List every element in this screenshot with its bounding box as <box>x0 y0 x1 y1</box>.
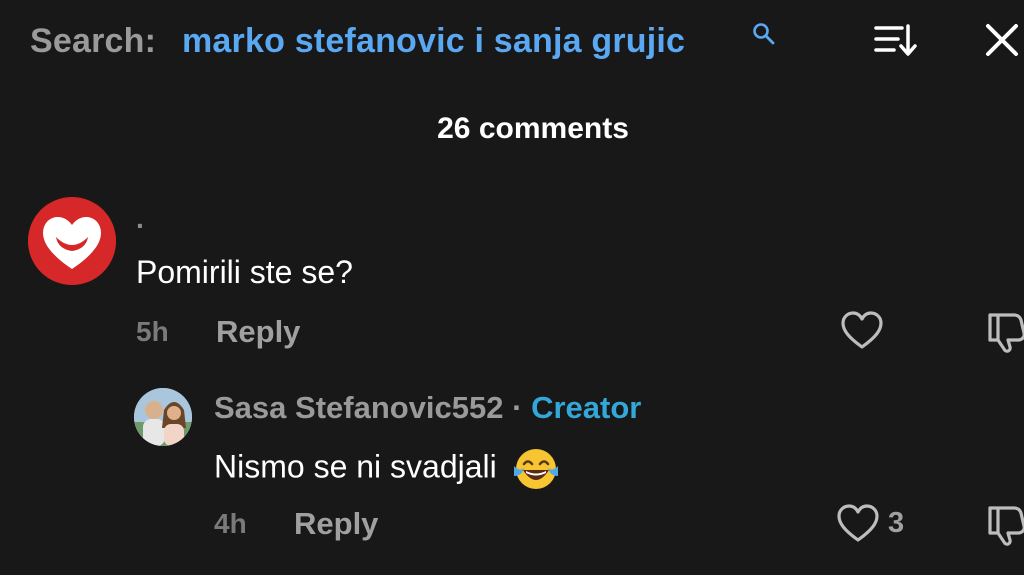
close-icon[interactable] <box>980 20 1024 60</box>
search-label: Search: <box>30 22 157 60</box>
comment-text: Pomirili ste se? <box>136 254 353 290</box>
face-with-tears-of-joy-icon <box>513 449 558 489</box>
sort-icon[interactable] <box>872 20 920 60</box>
search-query[interactable]: marko stefanovic i sanja grujic <box>182 22 685 61</box>
reply-button[interactable]: Reply <box>294 506 378 542</box>
like-heart-icon[interactable] <box>836 504 880 544</box>
dislike-icon[interactable] <box>984 502 1024 546</box>
reply-time: 4h <box>214 508 247 539</box>
dislike-icon[interactable] <box>984 309 1024 353</box>
heart-logo-icon <box>28 197 116 285</box>
search-icon[interactable] <box>752 22 776 46</box>
comment-username[interactable]: · <box>136 210 145 242</box>
avatar[interactable] <box>28 197 116 285</box>
separator-dot: · <box>512 390 523 425</box>
avatar[interactable] <box>134 388 192 446</box>
comments-count: 26 comments <box>437 112 629 145</box>
reply-button[interactable]: Reply <box>216 314 300 350</box>
reply-text: Nismo se ni svadjali <box>214 448 497 485</box>
profile-photo-icon <box>134 388 192 446</box>
like-heart-icon[interactable] <box>840 311 884 351</box>
reply-username[interactable]: Sasa Stefanovic552 <box>214 390 504 425</box>
comment-time: 5h <box>136 316 169 347</box>
reply-text-line: Nismo se ni svadjali <box>214 446 560 492</box>
reply-username-line: Sasa Stefanovic552 · Creator <box>214 390 641 426</box>
search-header: Search: marko stefanovic i sanja grujic <box>0 0 1024 80</box>
like-count: 3 <box>888 507 905 539</box>
creator-badge: Creator <box>531 390 642 425</box>
